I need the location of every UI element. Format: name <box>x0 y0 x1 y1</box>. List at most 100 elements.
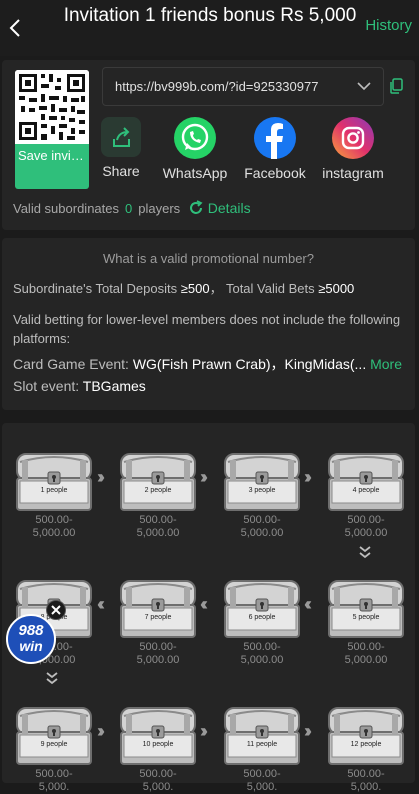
promo-note: Valid betting for lower-level members do… <box>13 312 401 346</box>
copy-icon[interactable] <box>389 78 403 94</box>
facebook-label: Facebook <box>244 165 306 181</box>
treasure-chest-icon <box>118 450 198 512</box>
chest-people-label: 2 people <box>144 487 172 494</box>
details-link[interactable]: Details <box>208 200 251 216</box>
card-game-row: Card Game Event: WG(Fish Prawn Crab)，Kin… <box>13 354 402 374</box>
chest-range: 500.00-5,000.00 <box>136 514 180 539</box>
instagram-label: instagram <box>322 165 384 181</box>
chest-range: 500.00-5,000.00 <box>344 641 388 666</box>
save-invitation-label: Save invitation... <box>18 148 89 163</box>
chest-reward-1[interactable]: 1 people 500.00-5,000.00 <box>14 450 94 540</box>
qr-code <box>15 70 89 144</box>
deposit-value: ≥500 <box>180 281 210 296</box>
chevron-down-icon[interactable] <box>357 81 371 91</box>
chevrons-left-icon: ‹‹ <box>97 594 105 614</box>
treasure-chest-icon <box>222 704 302 766</box>
bets-value: ≥5000 <box>318 281 355 296</box>
treasure-chest-icon <box>326 704 406 766</box>
card-game-label: Card Game Event: <box>13 356 129 372</box>
save-invitation-button[interactable]: Save invitation... <box>15 144 89 189</box>
treasure-chest-icon <box>14 450 94 512</box>
promo-info-card: What is a valid promotional number? Subo… <box>2 238 415 410</box>
refresh-icon[interactable] <box>188 200 204 216</box>
valid-subordinates-row: Valid subordinates 0 players Details <box>13 200 251 216</box>
floating-ad-988win[interactable]: 988 win <box>1 600 66 664</box>
valid-subordinates-label: Valid subordinates <box>13 201 119 216</box>
chest-people-label: 10 people <box>142 741 174 748</box>
chest-range: 500.00-5,000.00 <box>136 641 180 666</box>
chest-people-label: 5 people <box>352 614 380 621</box>
chest-range: 500.00-5,000.00 <box>240 514 284 539</box>
treasure-chest-icon <box>222 577 302 639</box>
chest-people-label: 12 people <box>350 741 382 748</box>
treasure-chest-icon <box>118 704 198 766</box>
slot-event-row: Slot event: TBGames <box>13 378 146 394</box>
top-bar: Invitation 1 friends bonus Rs 5,000 Hist… <box>0 0 419 56</box>
chest-range: 500.00-5,000.00 <box>32 514 76 539</box>
slot-event-value: TBGames <box>82 378 146 394</box>
chest-people-label: 7 people <box>144 614 172 621</box>
card-game-value: WG(Fish Prawn Crab)，KingMidas(... <box>132 356 367 372</box>
invite-link-field[interactable]: https://bv999b.com/?id=925330977 <box>102 67 384 106</box>
chevrons-right-icon: ›› <box>304 721 312 741</box>
treasure-chest-icon <box>326 450 406 512</box>
promo-requirements: Subordinate's Total Deposits ≥500， Total… <box>13 281 355 296</box>
facebook-button[interactable]: Facebook <box>244 117 306 181</box>
chest-people-label: 6 people <box>248 614 276 621</box>
bets-label: Total Valid Bets <box>225 281 315 296</box>
ad-logo-line2: win <box>19 638 43 654</box>
treasure-chest-icon <box>326 577 406 639</box>
invite-card: Save invitation... https://bv999b.com/?i… <box>2 60 415 230</box>
more-link[interactable]: More <box>370 356 402 372</box>
chevrons-left-icon: ‹‹ <box>304 594 312 614</box>
close-ad-button[interactable] <box>46 600 66 620</box>
chest-reward-12[interactable]: 12 people 500.00-5,000. <box>326 704 406 794</box>
chest-reward-6[interactable]: 6 people 500.00-5,000.00 <box>222 577 302 667</box>
chest-reward-9[interactable]: 9 people 500.00-5,000. <box>14 704 94 794</box>
valid-subordinates-unit: players <box>138 201 181 216</box>
facebook-icon <box>254 117 296 159</box>
chevrons-right-icon: ›› <box>97 721 105 741</box>
share-button[interactable]: Share <box>101 117 141 179</box>
chest-reward-3[interactable]: 3 people 500.00-5,000.00 <box>222 450 302 540</box>
chevrons-down-icon <box>359 546 371 559</box>
chest-people-label: 9 people <box>40 741 68 748</box>
chest-reward-4[interactable]: 4 people 500.00-5,000.00 <box>326 450 406 540</box>
chest-range: 500.00-5,000.00 <box>344 514 388 539</box>
treasure-chest-icon <box>118 577 198 639</box>
valid-subordinates-count: 0 <box>125 201 133 216</box>
chest-reward-7[interactable]: 7 people 500.00-5,000.00 <box>118 577 198 667</box>
instagram-button[interactable]: instagram <box>322 117 384 181</box>
chevrons-right-icon: ›› <box>304 467 312 487</box>
chevrons-right-icon: ›› <box>200 721 208 741</box>
back-arrow-icon[interactable] <box>6 16 26 40</box>
deposit-label: Subordinate's Total Deposits <box>13 281 178 296</box>
chest-people-label: 4 people <box>352 487 380 494</box>
chest-people-label: 3 people <box>248 487 276 494</box>
chevrons-right-icon: ›› <box>97 467 105 487</box>
chest-people-label: 1 people <box>40 487 68 494</box>
chest-range: 500.00-5,000.00 <box>240 641 284 666</box>
chest-range: 500.00-5,000. <box>35 768 73 793</box>
share-label: Share <box>102 163 140 179</box>
whatsapp-button[interactable]: WhatsApp <box>162 117 228 181</box>
ad-logo-line1: 988 <box>18 622 44 639</box>
chest-reward-10[interactable]: 10 people 500.00-5,000. <box>118 704 198 794</box>
chevrons-right-icon: ›› <box>200 467 208 487</box>
whatsapp-label: WhatsApp <box>162 165 228 181</box>
chest-reward-11[interactable]: 11 people 500.00-5,000. <box>222 704 302 794</box>
treasure-chest-icon <box>222 450 302 512</box>
chest-range: 500.00-5,000. <box>243 768 281 793</box>
history-link[interactable]: History <box>365 17 412 34</box>
chevrons-left-icon: ‹‹ <box>200 594 208 614</box>
treasure-chest-icon <box>14 704 94 766</box>
chest-reward-2[interactable]: 2 people 500.00-5,000.00 <box>118 450 198 540</box>
instagram-icon <box>332 117 374 159</box>
close-icon <box>51 605 61 615</box>
whatsapp-icon <box>174 117 216 159</box>
slot-event-label: Slot event: <box>13 378 80 394</box>
chest-range: 500.00-5,000. <box>139 768 177 793</box>
chevrons-down-icon <box>46 672 58 685</box>
chest-reward-5[interactable]: 5 people 500.00-5,000.00 <box>326 577 406 667</box>
chest-range: 500.00-5,000. <box>347 768 385 793</box>
